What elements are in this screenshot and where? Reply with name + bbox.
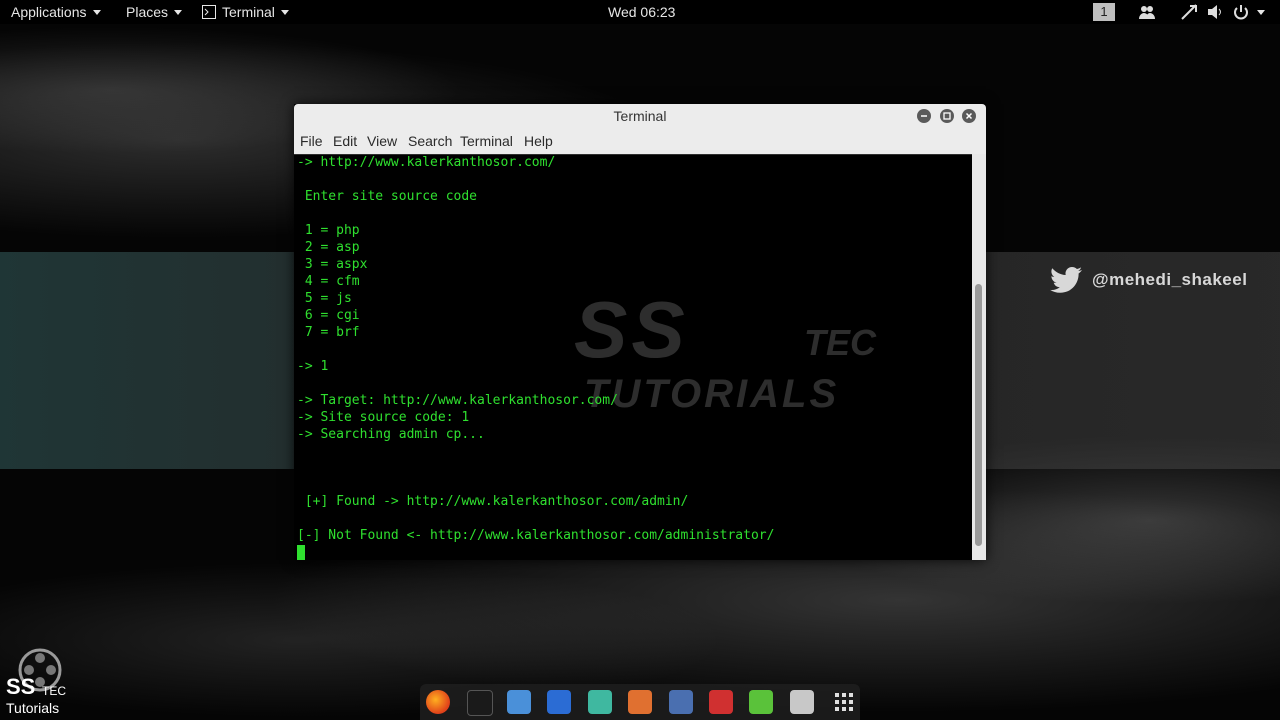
- menu-edit[interactable]: Edit: [333, 133, 357, 149]
- terminal-line: -> Site source code: 1: [297, 410, 470, 425]
- minimize-button[interactable]: [917, 109, 931, 123]
- terminal-line: 7 = brf: [297, 325, 360, 340]
- maltego-icon[interactable]: [669, 690, 693, 714]
- armitage-icon[interactable]: [588, 690, 612, 714]
- close-button[interactable]: [962, 109, 976, 123]
- chevron-down-icon: [280, 9, 289, 15]
- terminal-line: 6 = cgi: [297, 308, 360, 323]
- system-menu-chevron-icon[interactable]: [1257, 10, 1265, 15]
- minimize-icon: [921, 115, 927, 117]
- firefox-icon[interactable]: [426, 690, 450, 714]
- power-icon[interactable]: [1232, 4, 1250, 20]
- window-title: Terminal: [613, 108, 667, 124]
- terminal-app-menu[interactable]: Terminal: [202, 4, 289, 20]
- window-titlebar[interactable]: Terminal: [294, 104, 986, 130]
- terminal-line: 3 = aspx: [297, 257, 368, 272]
- terminal-icon: [202, 5, 216, 19]
- twitter-handle-overlay: @mehedi_shakeel: [1048, 266, 1247, 294]
- users-icon[interactable]: [1138, 4, 1156, 20]
- logo-tutorials: Tutorials: [6, 700, 60, 716]
- terminal-icon[interactable]: [467, 690, 493, 716]
- metasploit-icon[interactable]: [547, 690, 571, 714]
- twitter-handle-text: @mehedi_shakeel: [1092, 270, 1248, 289]
- faraday-icon[interactable]: [709, 690, 733, 714]
- terminal-line: -> Target: http://www.kalerkanthosor.com…: [297, 393, 618, 408]
- terminal-scrollbar[interactable]: [972, 154, 986, 560]
- network-icon[interactable]: [1180, 4, 1198, 20]
- terminal-line: -> 1: [297, 359, 329, 374]
- maximize-icon: [943, 112, 951, 120]
- menu-view[interactable]: View: [367, 133, 397, 149]
- close-icon: [965, 112, 973, 120]
- terminal-line: 5 = js: [297, 291, 352, 306]
- terminal-app-label: Terminal: [222, 4, 275, 20]
- apps-grid-icon[interactable]: [832, 690, 856, 714]
- terminal-line: [+] Found -> http://www.kalerkanthosor.c…: [297, 494, 689, 509]
- dock: [420, 684, 860, 720]
- window-menubar: File Edit View Search Terminal Help: [294, 130, 986, 155]
- burpsuite-icon[interactable]: [628, 690, 652, 714]
- watermark-tutorials: TUTORIALS: [584, 372, 840, 416]
- places-label: Places: [126, 4, 169, 20]
- cherrytree-icon[interactable]: [790, 690, 814, 714]
- logo-ss: SS: [6, 674, 36, 699]
- terminal-line: [-] Not Found <- http://www.kalerkanthos…: [297, 528, 775, 543]
- menu-terminal[interactable]: Terminal: [460, 133, 513, 149]
- chevron-down-icon: [92, 9, 101, 15]
- scrollbar-thumb[interactable]: [975, 284, 982, 546]
- menu-file[interactable]: File: [300, 133, 323, 149]
- terminal-line: 1 = php: [297, 223, 360, 238]
- clock[interactable]: Wed 06:23: [608, 4, 675, 20]
- sstec-logo: SS TEC Tutorials: [2, 648, 74, 718]
- watermark-ss: SS: [574, 285, 689, 374]
- applications-menu[interactable]: Applications: [11, 4, 101, 20]
- logo-tec: TEC: [42, 684, 66, 698]
- twitter-bird-icon: [1050, 267, 1082, 293]
- watermark-tec: TEC: [804, 322, 876, 363]
- applications-label: Applications: [11, 4, 87, 20]
- menu-search[interactable]: Search: [408, 133, 452, 149]
- maximize-button[interactable]: [940, 109, 954, 123]
- leafpad-icon[interactable]: [749, 690, 773, 714]
- files-icon[interactable]: [507, 690, 531, 714]
- workspace-indicator[interactable]: 1: [1093, 3, 1115, 21]
- volume-icon[interactable]: [1206, 4, 1224, 20]
- terminal-output[interactable]: SS TEC TUTORIALS -> http://www.kalerkant…: [294, 154, 972, 560]
- top-panel: Applications Places Terminal Wed 06:23 1: [0, 0, 1280, 24]
- menu-help[interactable]: Help: [524, 133, 553, 149]
- chevron-down-icon: [174, 9, 183, 15]
- terminal-cursor: [297, 545, 305, 560]
- places-menu[interactable]: Places: [126, 4, 183, 20]
- terminal-window: Terminal File Edit View Search Terminal …: [294, 104, 986, 560]
- terminal-line: 2 = asp: [297, 240, 360, 255]
- terminal-line: Enter site source code: [297, 189, 478, 204]
- terminal-line: -> http://www.kalerkanthosor.com/: [297, 155, 556, 170]
- terminal-line: -> Searching admin cp...: [297, 427, 485, 442]
- terminal-line: 4 = cfm: [297, 274, 360, 289]
